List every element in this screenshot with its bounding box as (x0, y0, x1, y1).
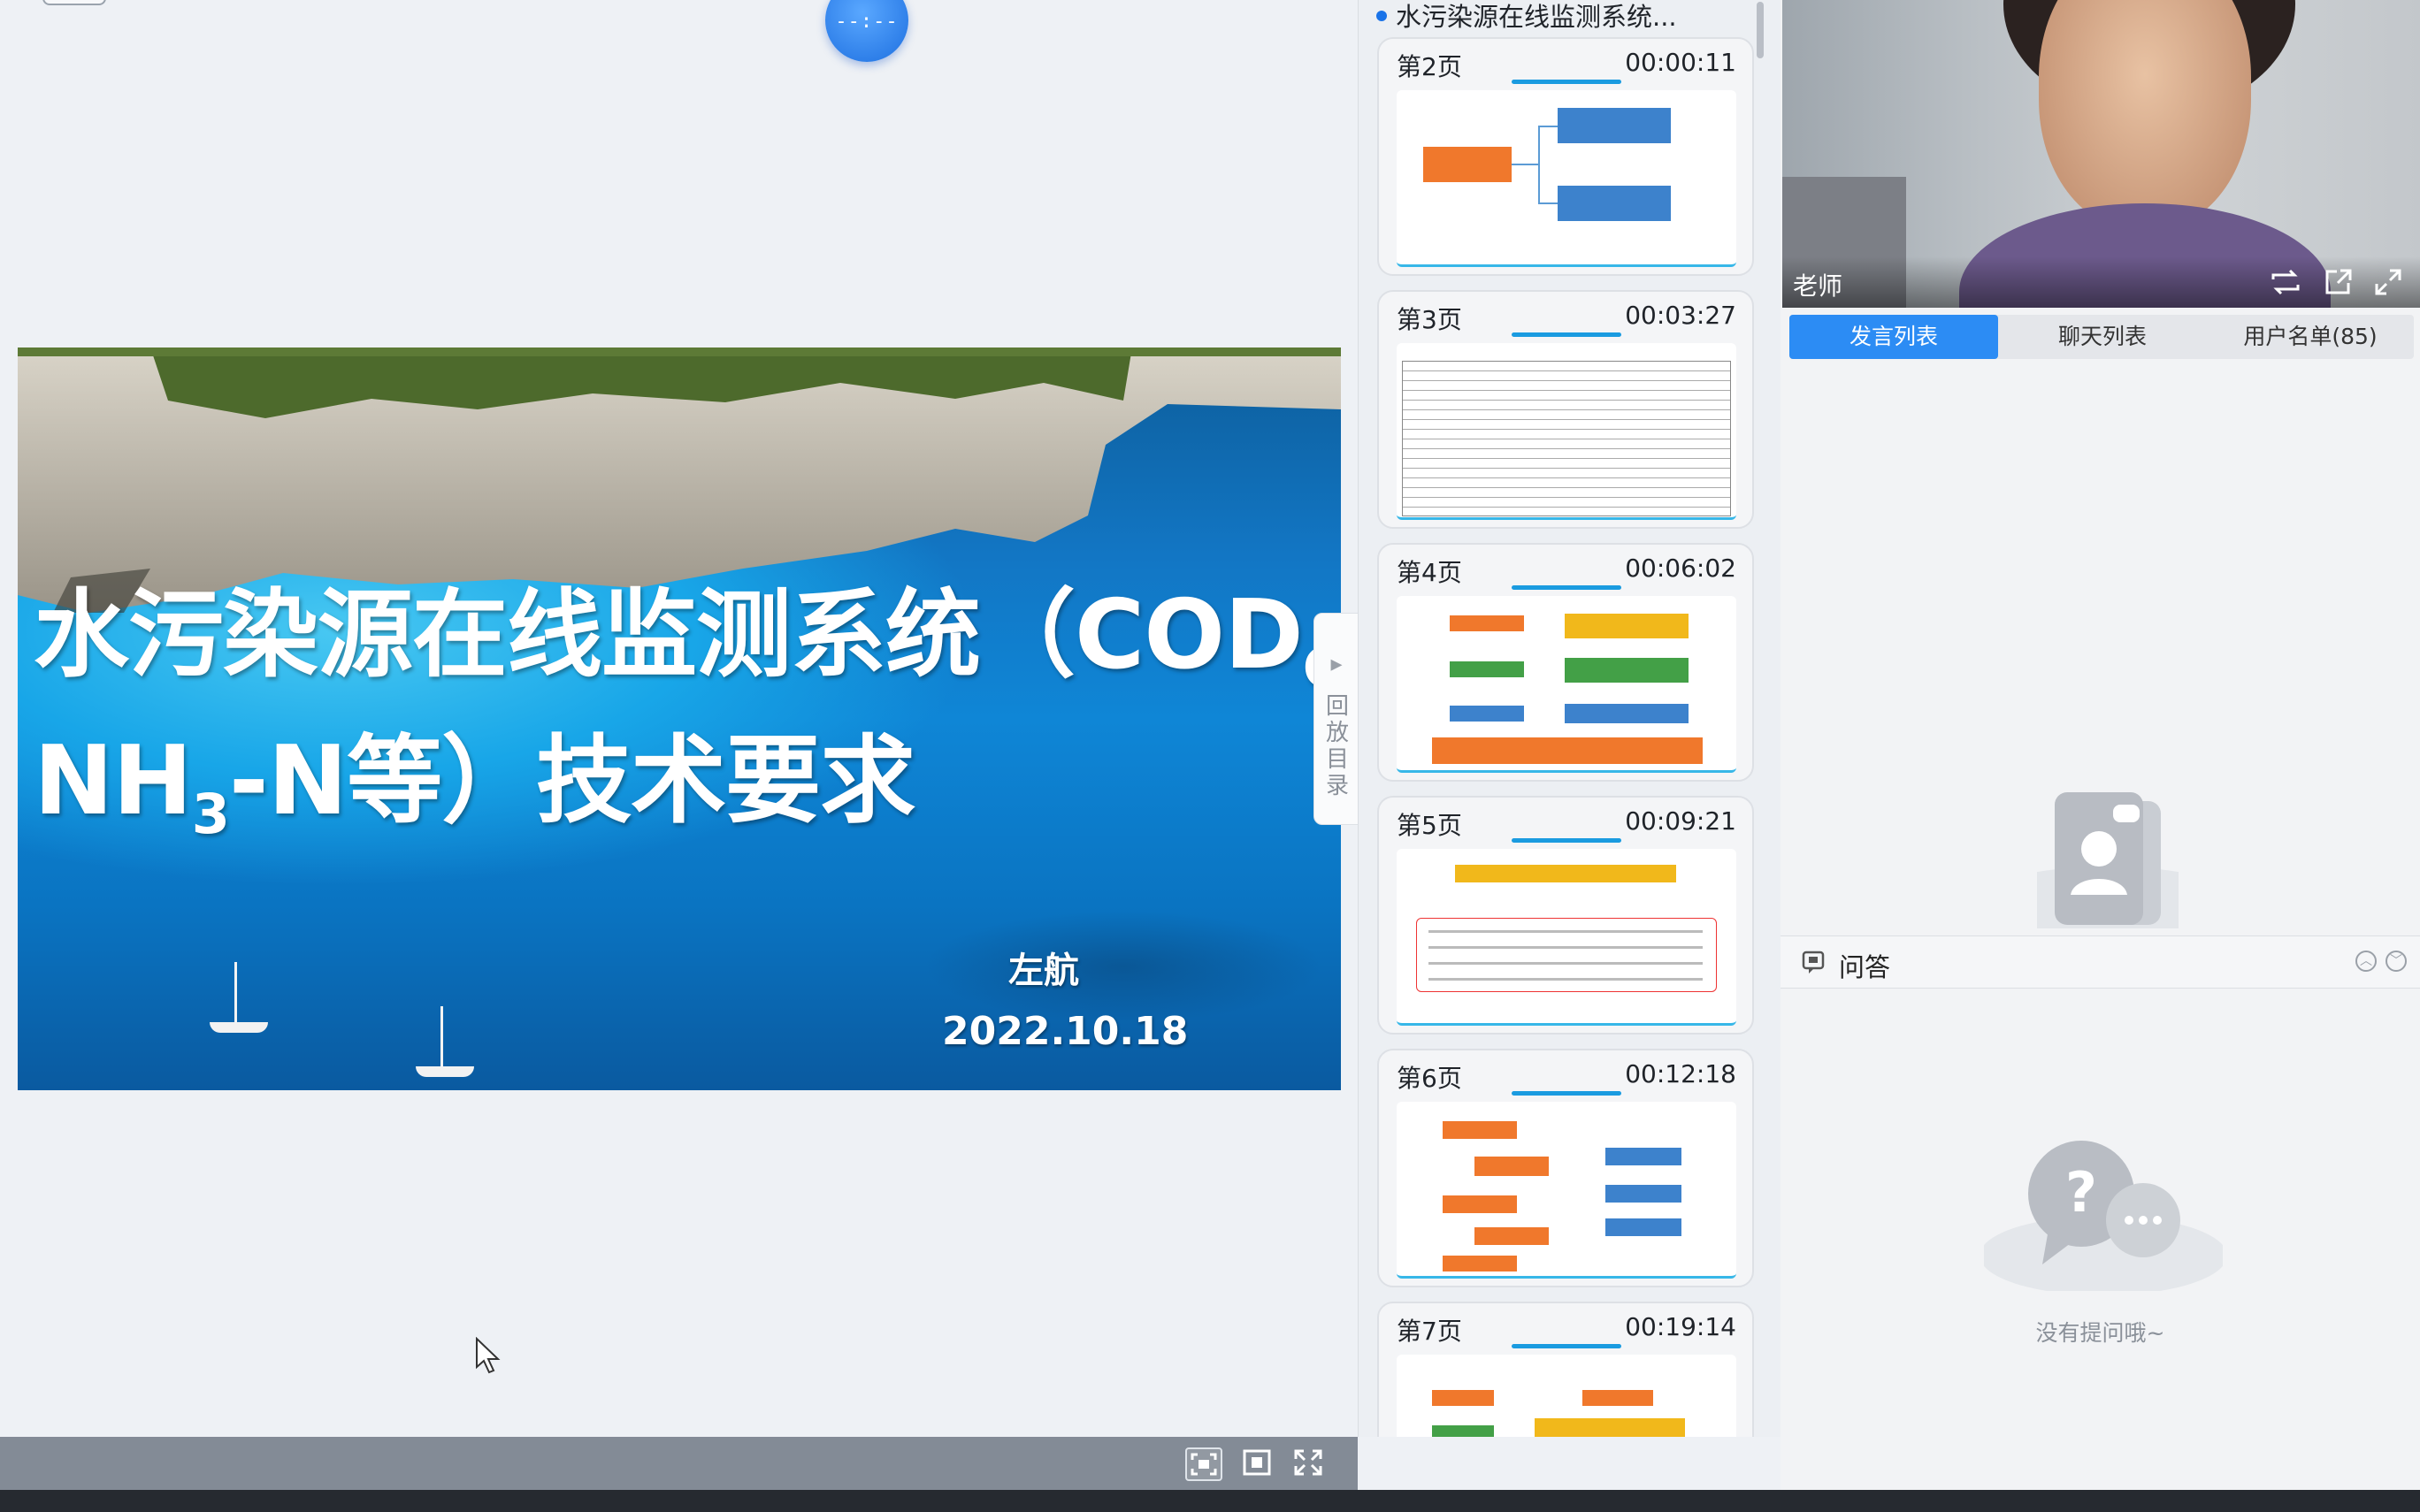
directory-item[interactable]: 第3页 00:03:27 (1377, 290, 1754, 529)
expand-icon[interactable] (2372, 267, 2404, 297)
item-page: 第5页 (1397, 811, 1462, 840)
stage-handle[interactable] (42, 0, 106, 5)
slide-thumbnail (1397, 343, 1736, 520)
directory-item[interactable]: 第2页 00:00:11 (1377, 37, 1754, 276)
playback-directory: 水污染源在线监测系统... 第2页 00:00:11 第3页 00:03:27 (1358, 0, 1781, 1437)
item-page: 第7页 (1397, 1317, 1462, 1346)
qa-icon (1802, 949, 1830, 975)
item-progress (1512, 1091, 1621, 1096)
item-page: 第3页 (1397, 305, 1462, 334)
presentation-stage: --:-- 水污染源在线监测系统（CODCr NH3-N等）技术要求 左航 20… (0, 0, 1358, 1437)
qa-empty-text: 没有提问哦~ (2035, 1320, 2165, 1346)
item-time: 00:03:27 (1625, 301, 1736, 330)
playback-directory-label: 回放目录 (1325, 693, 1349, 799)
stage-toolbar (0, 1437, 1358, 1490)
popout-icon[interactable] (2323, 267, 2355, 297)
directory-item[interactable]: 第4页 00:06:02 (1377, 543, 1754, 782)
slide-author: 左航 (1008, 951, 1079, 991)
directory-title: 水污染源在线监测系统... (1376, 0, 1677, 34)
svg-text:?: ? (2065, 1160, 2097, 1225)
item-time: 00:09:21 (1625, 806, 1736, 836)
slide-thumbnail (1397, 90, 1736, 267)
slide-thumbnail (1397, 1355, 1736, 1437)
item-time: 00:19:14 (1625, 1312, 1736, 1341)
item-progress (1512, 332, 1621, 337)
slide-title: 水污染源在线监测系统（CODCr NH3-N等）技术要求 (34, 580, 1341, 846)
bullet-icon (1376, 11, 1387, 21)
slide-date: 2022.10.18 (942, 1009, 1189, 1054)
fit-screen-icon[interactable] (1185, 1447, 1222, 1481)
empty-qa-illustration: ? (1980, 1123, 2227, 1295)
speaker-name: 老师 (1793, 271, 1843, 301)
right-panel: 老师 发言列表 聊天列表 用户名单(85) 问答 ︿ ﹀ ? 没有提问哦~ (1781, 0, 2420, 1490)
fullscreen-icon[interactable] (1291, 1447, 1329, 1481)
item-progress (1512, 1344, 1621, 1348)
timer-bubble[interactable]: --:-- (825, 0, 908, 62)
tab-chat-list[interactable]: 聊天列表 (1998, 315, 2207, 359)
tab-user-list[interactable]: 用户名单(85) (2207, 315, 2414, 359)
directory-item[interactable]: 第5页 00:09:21 (1377, 796, 1754, 1035)
empty-speaker-illustration (1975, 778, 2240, 937)
directory-scrollbar[interactable] (1757, 2, 1764, 58)
fit-width-icon[interactable] (1240, 1447, 1277, 1481)
teacher-video[interactable]: 老师 (1782, 0, 2420, 308)
tab-speaker-list[interactable]: 发言列表 (1789, 315, 1998, 359)
item-progress (1512, 585, 1621, 590)
slide-thumbnail (1397, 1102, 1736, 1279)
switch-camera-icon[interactable] (2270, 267, 2301, 297)
item-progress (1512, 80, 1621, 84)
taskbar (0, 1490, 2420, 1512)
video-overlay-bar: 老师 (1782, 256, 2420, 308)
item-page: 第6页 (1397, 1064, 1462, 1093)
collapse-down-icon[interactable]: ﹀ (2386, 951, 2407, 972)
qa-header: 问答 ︿ ﹀ (1781, 935, 2420, 989)
item-time: 00:06:02 (1625, 554, 1736, 583)
panel-tabs: 发言列表 聊天列表 用户名单(85) (1789, 315, 2414, 359)
slide-cover: 水污染源在线监测系统（CODCr NH3-N等）技术要求 左航 2022.10.… (18, 347, 1341, 1090)
collapse-up-icon[interactable]: ︿ (2355, 951, 2377, 972)
directory-item[interactable]: 第7页 00:19:14 (1377, 1302, 1754, 1437)
item-page: 第4页 (1397, 558, 1462, 587)
slide-thumbnail (1397, 849, 1736, 1026)
item-progress (1512, 838, 1621, 843)
item-time: 00:00:11 (1625, 48, 1736, 77)
playback-directory-toggle[interactable]: ▸ 回放目录 (1313, 613, 1359, 825)
item-page: 第2页 (1397, 52, 1462, 81)
directory-item[interactable]: 第6页 00:12:18 (1377, 1049, 1754, 1287)
qa-title: 问答 (1839, 952, 1891, 982)
item-time: 00:12:18 (1625, 1059, 1736, 1088)
slide-thumbnail (1397, 596, 1736, 773)
chevron-right-icon: ▸ (1330, 651, 1343, 677)
